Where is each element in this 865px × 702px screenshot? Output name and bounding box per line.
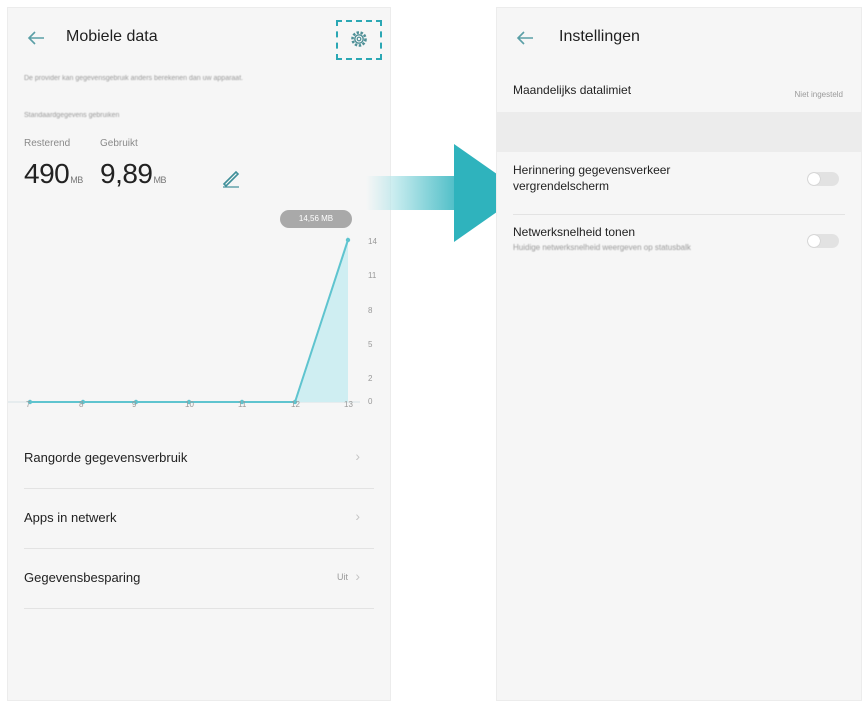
back-arrow-icon[interactable]: [513, 26, 537, 50]
chevron-right-icon: ›: [355, 448, 360, 464]
y-tick-label: 2: [368, 374, 373, 384]
x-tick-label: 13: [344, 400, 353, 409]
menu-label: Gegevensbesparing: [24, 570, 141, 585]
x-tick-label: 10: [185, 400, 194, 409]
y-tick-label: 11: [368, 271, 377, 281]
network-speed-toggle[interactable]: [807, 234, 839, 248]
usage-chart-plot: [8, 235, 360, 405]
gear-icon: [351, 31, 367, 47]
chart-point: [345, 237, 351, 243]
y-tick-label: 5: [368, 339, 373, 349]
used-unit: MB: [153, 175, 167, 185]
x-tick-label: 9: [132, 400, 137, 409]
remaining-label: Resterend: [24, 138, 71, 149]
page-title: Mobiele data: [66, 28, 158, 45]
y-tick-label: 0: [368, 397, 373, 406]
remaining-unit: MB: [70, 175, 83, 185]
transition-arrow-band: [366, 176, 458, 210]
remaining-value: 490MB: [24, 158, 83, 190]
settings-screen: Instellingen Maandelijks datalimiet Niet…: [497, 8, 861, 700]
settings-header: Instellingen: [497, 8, 861, 68]
chevron-right-icon: ›: [355, 508, 360, 524]
y-tick-label: 8: [368, 305, 373, 315]
network-speed-label: Netwerksnelheid tonen: [513, 225, 636, 239]
menu-label: Apps in netwerk: [24, 510, 117, 525]
mobile-data-header: Mobiele data: [8, 8, 390, 68]
used-value: 9,89MB: [100, 158, 166, 190]
menu-data-saver[interactable]: Gegevensbesparing Uit ›: [24, 548, 374, 609]
menu-ranking-usage[interactable]: Rangorde gegevensverbruik ›: [24, 428, 374, 489]
usage-chart: 14,56 MB 0 2 5 8 11 14 7 8 9 10 11 12 13: [8, 204, 390, 428]
reminder-toggle[interactable]: [807, 172, 839, 186]
default-usage-link[interactable]: Standaardgegevens gebruiken: [24, 112, 119, 119]
reminder-row[interactable]: Herinnering gegevensverkeer vergrendelsc…: [497, 162, 759, 194]
x-tick-label: 12: [291, 400, 300, 409]
mobile-data-screen: Mobiele data De provider kan gegevensgeb…: [8, 8, 390, 700]
reminder-label: Herinnering gegevensverkeer vergrendelsc…: [513, 163, 671, 193]
x-tick-label: 11: [238, 400, 247, 409]
y-tick-label: 14: [368, 237, 377, 246]
network-speed-sublabel: Huidige netwerksnelheid weergeven op sta…: [513, 243, 691, 252]
used-label: Gebruikt: [100, 138, 138, 149]
back-arrow-icon[interactable]: [24, 26, 48, 50]
menu-value: Uit: [337, 572, 348, 582]
edit-pencil-icon[interactable]: [220, 168, 242, 188]
chart-area: [30, 235, 348, 402]
remaining-number: 490: [24, 158, 70, 189]
section-gap: [497, 112, 861, 152]
menu-apps-network[interactable]: Apps in netwerk ›: [24, 488, 374, 549]
used-number: 9,89: [100, 158, 153, 189]
network-speed-row[interactable]: Netwerksnelheid tonen Huidige netwerksne…: [497, 224, 789, 253]
divider: [513, 214, 845, 215]
chart-tooltip: 14,56 MB: [280, 210, 352, 228]
page-title: Instellingen: [559, 28, 640, 45]
menu-label: Rangorde gegevensverbruik: [24, 450, 188, 465]
monthly-limit-value: Niet ingesteld: [794, 90, 843, 99]
provider-note: De provider kan gegevensgebruik anders b…: [24, 75, 244, 82]
chevron-right-icon: ›: [355, 568, 360, 584]
x-tick-label: 7: [26, 400, 31, 409]
x-tick-label: 8: [79, 400, 84, 409]
settings-button[interactable]: [336, 20, 382, 60]
chart-line: [30, 239, 349, 403]
